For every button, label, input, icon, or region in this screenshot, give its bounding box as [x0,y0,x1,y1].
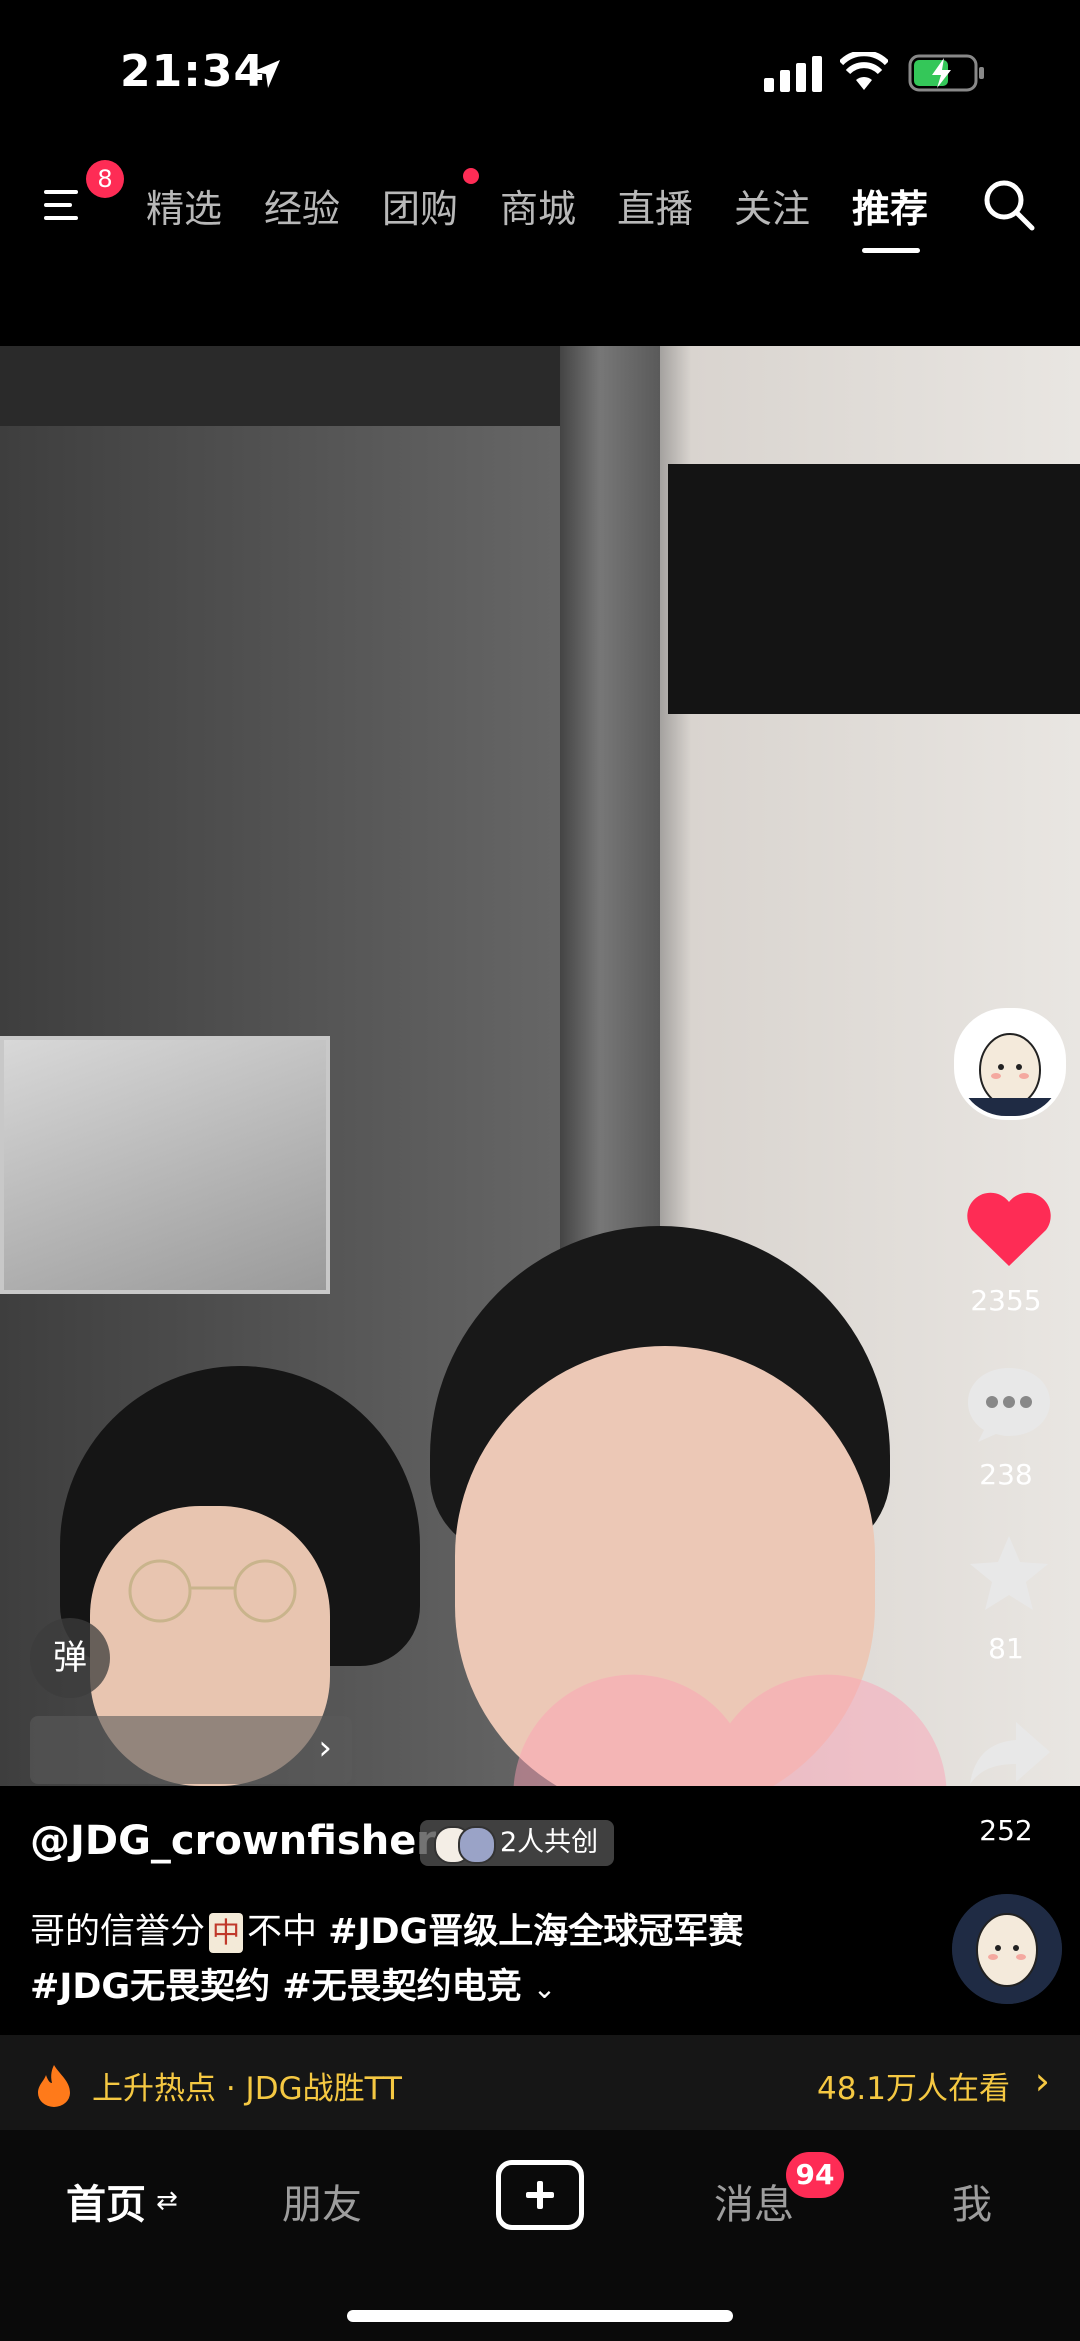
status-bar: 21:34 [0,0,1080,140]
fire-icon [38,2065,70,2107]
menu-icon[interactable] [40,180,92,230]
comment-count: 238 [979,1458,1033,1491]
like-heart-animation [513,1674,947,1786]
video-bg-ceiling [0,346,600,426]
comment-icon[interactable] [964,1362,1054,1446]
search-icon[interactable] [980,176,1038,234]
nav-home[interactable]: 首页 [66,2172,146,2230]
active-tab-underline [862,248,920,253]
tab-experience[interactable]: 经验 [264,178,340,233]
chevron-right-icon: › [318,1728,332,1768]
video-player[interactable] [0,346,1080,1786]
caption-line-1: 哥的信誉分中不中 #JDG晋级上海全球冠军赛 [30,1903,743,1954]
status-time: 21:34 [120,46,266,97]
cocreate-badge[interactable]: 2人共创 [420,1820,615,1866]
like-heart-icon[interactable] [964,1190,1054,1270]
share-count: 252 [979,1814,1033,1847]
video-person-glasses [128,1559,297,1623]
author-handle[interactable]: @JDG_crownfisher [30,1818,436,1864]
tab-group-buy[interactable]: 团购 [382,178,458,233]
hashtag-link[interactable]: #JDG晋级上海全球冠军赛 [328,1912,743,1952]
nav-messages[interactable]: 消息 [714,2172,794,2230]
danmaku-input-bar[interactable]: › [30,1716,352,1784]
top-nav: 8 精选 经验 团购 商城 直播 关注 推荐 [0,150,1080,260]
hot-topic-bar[interactable]: 上升热点 · JDG战胜TT 48.1万人在看 › [0,2035,1080,2130]
hot-topic-title: 上升热点 · JDG战胜TT [92,2071,402,2107]
tab-mall[interactable]: 商城 [500,178,576,233]
caption-line-2: #JDG无畏契约 #无畏契约电竞 ⌄ [30,1958,556,2009]
home-indicator [347,2310,733,2322]
tab-following[interactable]: 关注 [734,178,810,233]
plus-icon [526,2181,554,2209]
viewers-count: 48.1万人在看 [816,2071,1010,2107]
battery-charging-icon [908,54,984,92]
cocreator-avatar [458,1826,496,1864]
favorite-count: 81 [988,1632,1024,1665]
tab-live[interactable]: 直播 [617,178,693,233]
tab-featured[interactable]: 精选 [146,178,222,233]
create-post-button[interactable] [496,2160,584,2230]
wifi-icon [840,52,888,90]
danmaku-toggle-button[interactable]: 弹 [30,1618,110,1698]
cocreate-label: 2人共创 [500,1827,599,1858]
cellular-signal-icon [764,56,822,92]
share-arrow-icon[interactable] [966,1718,1052,1788]
music-disc-avatar[interactable] [952,1894,1062,2004]
avatar-egg-icon [958,1012,1062,1116]
caption-text: 不中 [247,1912,329,1952]
hashtag-link[interactable]: #JDG无畏契约 #无畏契约电竞 [30,1967,522,2007]
messages-badge: 94 [786,2152,844,2198]
chevron-right-icon: › [1034,2059,1050,2103]
video-bg-wall-sign [668,464,1080,714]
chevron-down-icon[interactable]: ⌄ [533,1972,556,2005]
favorite-star-icon[interactable] [966,1532,1052,1616]
avatar-egg-icon [952,1894,1062,2004]
location-arrow-icon [252,60,280,88]
nav-friends[interactable]: 朋友 [282,2172,362,2230]
video-bg-poster [0,1036,330,1294]
bottom-nav: 首页 ⇄ 朋友 消息 94 我 [0,2130,1080,2341]
refresh-icon[interactable]: ⇄ [156,2186,178,2216]
author-avatar[interactable] [954,1008,1066,1120]
menu-badge: 8 [86,160,124,198]
nav-me[interactable]: 我 [952,2172,992,2230]
like-count: 2355 [970,1284,1042,1317]
tab-group-buy-dot [463,168,479,184]
tab-recommended[interactable]: 推荐 [852,178,928,233]
mahjong-emoji: 中 [209,1913,244,1953]
caption-text: 哥的信誉分 [30,1912,206,1952]
